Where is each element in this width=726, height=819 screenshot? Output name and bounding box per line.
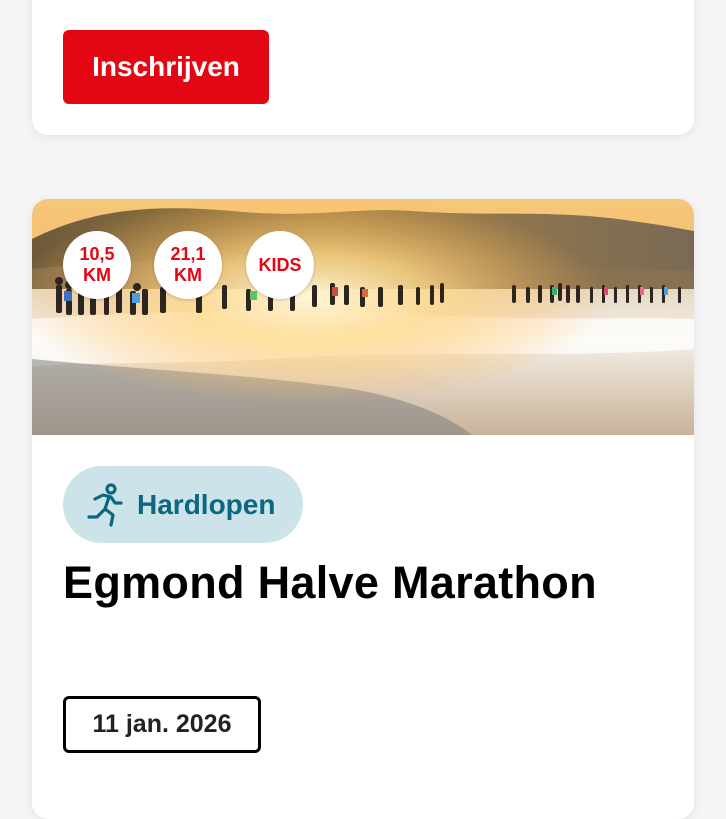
event-card[interactable]: 10,5 KM 21,1 KM KIDS Hardlopen Egmond Ha… xyxy=(32,199,694,819)
event-hero-image: 10,5 KM 21,1 KM KIDS xyxy=(32,199,694,435)
event-date-badge: 11 jan. 2026 xyxy=(63,696,261,753)
event-title[interactable]: Egmond Halve Marathon xyxy=(63,557,597,609)
distance-badge-unit: KM xyxy=(174,265,202,285)
signup-button[interactable]: Inschrijven xyxy=(63,30,269,104)
distance-badge-value: KIDS xyxy=(258,254,302,275)
distance-badge-value: 10,5 xyxy=(79,244,115,264)
runner-icon xyxy=(85,482,125,527)
distance-badge-10k: 10,5 KM xyxy=(63,231,131,299)
distance-badge-kids: KIDS xyxy=(246,231,314,299)
sport-label: Hardlopen xyxy=(137,488,276,520)
sport-tag[interactable]: Hardlopen xyxy=(63,466,303,543)
distance-badge-half: 21,1 KM xyxy=(154,231,222,299)
distance-badge-unit: KM xyxy=(83,265,111,285)
distance-badge-value: 21,1 xyxy=(170,244,206,264)
beach-runners-photo xyxy=(32,199,694,435)
previous-event-card: Inschrijven xyxy=(32,0,694,135)
